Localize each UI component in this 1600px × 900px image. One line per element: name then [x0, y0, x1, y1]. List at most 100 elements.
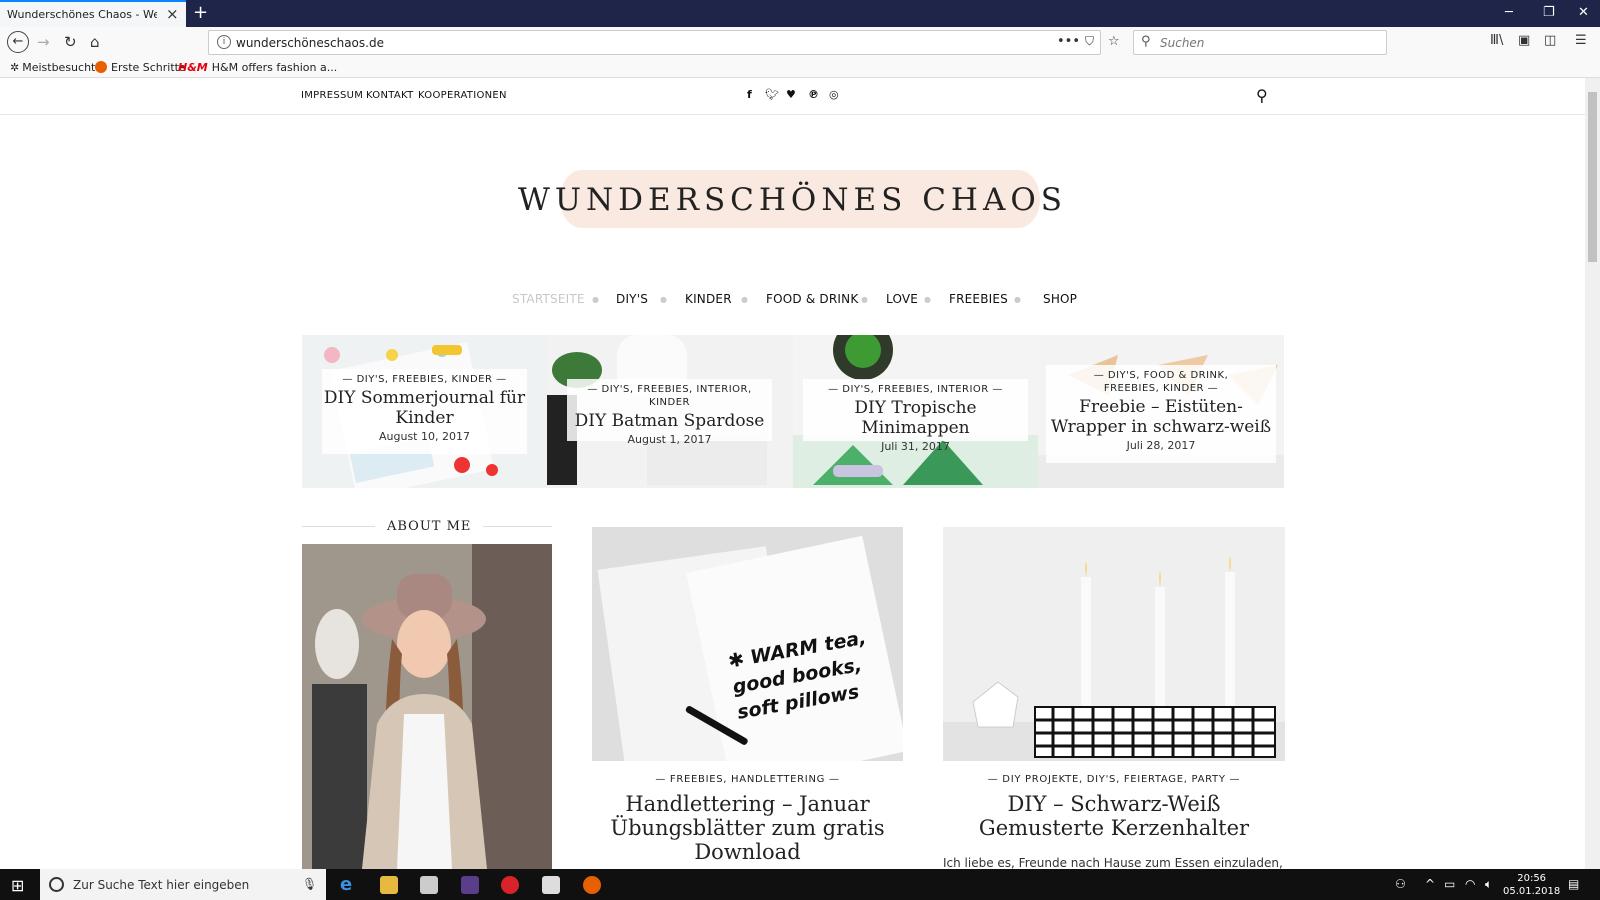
slider-date: August 1, 2017: [627, 433, 712, 446]
post-title[interactable]: DIY – Schwarz-Weiß Gemusterte Kerzenhalt…: [943, 792, 1285, 840]
volume-muted-icon[interactable]: 🔈︎: [1485, 877, 1492, 892]
heart-icon[interactable]: ♥: [786, 88, 796, 101]
app-icon[interactable]: [461, 876, 479, 894]
menu-food-drink[interactable]: FOOD & DRINK: [766, 292, 858, 306]
slider-date: August 10, 2017: [379, 430, 470, 443]
scrollbar-thumb[interactable]: [1588, 92, 1597, 262]
cortana-icon: [49, 877, 64, 892]
slider-title[interactable]: DIY Sommerjournal für Kinder: [322, 388, 527, 428]
search-icon: ⚲: [1141, 34, 1151, 49]
menu-separator: ●: [592, 295, 599, 304]
close-tab-icon[interactable]: ×: [166, 5, 179, 23]
taskbar-search-placeholder: Zur Suche Text hier eingeben: [73, 878, 250, 892]
slider-title[interactable]: Freebie – Eistüten-Wrapper in schwarz-we…: [1046, 397, 1276, 437]
post-image[interactable]: [943, 527, 1285, 761]
photo-illustration: [302, 544, 552, 869]
clock-date: 05.01.2018: [1503, 886, 1561, 897]
post-image[interactable]: ✱ WARM tea, good books, soft pillows: [592, 527, 903, 761]
bookmark-most-visited[interactable]: ✲ Meistbesucht: [10, 61, 95, 74]
post-categories: — FREEBIES, HANDLETTERING —: [655, 774, 840, 785]
page-scrollbar[interactable]: [1585, 78, 1600, 869]
slider-title[interactable]: DIY Batman Spardose: [567, 411, 772, 431]
restore-icon[interactable]: ❐: [1543, 5, 1555, 20]
new-tab-button[interactable]: +: [193, 2, 208, 23]
browser-tab[interactable]: Wunderschönes Chaos - Werde mi ×: [0, 0, 186, 27]
menu-shop[interactable]: SHOP: [1043, 292, 1077, 306]
battery-icon[interactable]: ▭: [1444, 877, 1455, 891]
menu-separator: ●: [861, 295, 868, 304]
title-bar: Wunderschönes Chaos - Werde mi × + ─ ❐ ✕: [0, 0, 1600, 27]
notifications-icon[interactable]: ▤: [1568, 877, 1579, 891]
firefox-icon: [95, 61, 107, 73]
reload-icon[interactable]: ↻: [64, 33, 77, 51]
home-icon[interactable]: ⌂: [90, 33, 100, 51]
people-icon[interactable]: ⚇: [1395, 877, 1406, 891]
edge-icon[interactable]: e: [340, 874, 358, 895]
slider-caption: — DIY'S, FREEBIES, INTERIOR, KINDER DIY …: [567, 379, 772, 446]
library-icon[interactable]: Ⅲ\: [1490, 33, 1503, 48]
slider-categories: — DIY'S, FREEBIES, KINDER —: [342, 374, 507, 385]
menu-separator: ●: [741, 295, 748, 304]
twitter-icon[interactable]: 🐦︎: [765, 88, 779, 101]
bookmarks-bar: ✲ Meistbesucht Erste Schritte H&M H&M offe…: [0, 58, 1600, 78]
pinterest-icon[interactable]: ℗: [808, 88, 819, 101]
menu-diys[interactable]: DIY'S: [616, 292, 648, 306]
bookmark-first-steps[interactable]: Erste Schritte: [95, 61, 186, 74]
search-placeholder: Suchen: [1160, 36, 1205, 50]
pocket-icon[interactable]: ⛉: [1085, 34, 1094, 49]
navigation-bar: ← → ↻ ⌂ i wunderschöneschaos.de ••• ⛉ ☆ …: [0, 27, 1600, 58]
close-window-icon[interactable]: ✕: [1578, 5, 1589, 20]
menu-startseite[interactable]: STARTSEITE: [512, 292, 585, 306]
menu-freebies[interactable]: FREEBIES: [949, 292, 1008, 306]
web-page: IMPRESSUM KONTAKT KOOPERATIONEN f 🐦︎ ♥ ℗…: [0, 78, 1585, 869]
url-bar[interactable]: i wunderschöneschaos.de ••• ⛉ ☆: [208, 30, 1120, 55]
slider-date: Juli 31, 2017: [881, 440, 950, 453]
site-logo[interactable]: WUNDERSCHÖNES CHAOS: [480, 182, 1105, 218]
clock[interactable]: 20:56 05.01.2018: [1503, 872, 1560, 898]
post-image-illustration: [943, 527, 1285, 761]
nav-kooperationen[interactable]: KOOPERATIONEN: [418, 90, 507, 101]
firefox-taskbar-icon[interactable]: [583, 876, 601, 894]
info-icon[interactable]: i: [217, 35, 231, 49]
slider-item[interactable]: — DIY'S, FREEBIES, INTERIOR, KINDER DIY …: [547, 335, 793, 488]
slider-categories: — DIY'S, FREEBIES, INTERIOR, KINDER: [587, 384, 752, 408]
mail-icon[interactable]: [542, 876, 560, 894]
file-explorer-icon[interactable]: [380, 876, 398, 894]
windows-start-icon[interactable]: ⊞: [11, 876, 29, 895]
slider-item[interactable]: — DIY'S, FOOD & DRINK, FREEBIES, KINDER …: [1038, 335, 1284, 488]
site-search-icon[interactable]: ⚲: [1256, 86, 1268, 105]
about-title: ABOUT ME: [375, 519, 484, 534]
sync-icon[interactable]: ▣: [1518, 33, 1530, 48]
clock-time: 20:56: [1517, 873, 1547, 884]
slider-date: Juli 28, 2017: [1126, 439, 1196, 452]
nav-kontakt[interactable]: KONTAKT: [366, 90, 414, 101]
slider-item[interactable]: — DIY'S, FREEBIES, INTERIOR — DIY Tropis…: [793, 335, 1038, 488]
bookmark-hm[interactable]: H&M H&M offers fashion a...: [178, 61, 337, 74]
sidebar-icon[interactable]: ◫: [1544, 33, 1556, 48]
back-icon[interactable]: ←: [7, 31, 29, 53]
minimize-icon[interactable]: ─: [1505, 5, 1513, 20]
nav-impressum[interactable]: IMPRESSUM: [301, 90, 363, 101]
taskbar-search[interactable]: Zur Suche Text hier eingeben 🎙︎: [40, 869, 326, 900]
page-actions-icon[interactable]: •••: [1057, 34, 1080, 49]
menu-icon[interactable]: ☰: [1575, 33, 1587, 48]
wifi-icon[interactable]: ◠: [1465, 877, 1475, 891]
menu-separator: ●: [1014, 295, 1021, 304]
forward-icon[interactable]: →: [37, 33, 50, 51]
store-icon[interactable]: [420, 876, 438, 894]
menu-love[interactable]: LOVE: [886, 292, 918, 306]
instagram-icon[interactable]: ◎: [829, 88, 839, 101]
microphone-icon[interactable]: 🎙︎: [302, 877, 317, 891]
facebook-icon[interactable]: f: [747, 88, 752, 101]
slider-title[interactable]: DIY Tropische Minimappen: [803, 398, 1028, 438]
slider-categories: — DIY'S, FOOD & DRINK, FREEBIES, KINDER …: [1093, 370, 1229, 394]
menu-separator: ●: [924, 295, 931, 304]
acrobat-icon[interactable]: [501, 876, 519, 894]
menu-kinder[interactable]: KINDER: [685, 292, 732, 306]
slider-item[interactable]: — DIY'S, FREEBIES, KINDER — DIY Sommerjo…: [302, 335, 547, 488]
bookmark-star-icon[interactable]: ☆: [1108, 34, 1120, 49]
post-title[interactable]: Handlettering – Januar Übungsblätter zum…: [592, 792, 903, 864]
url-text: wunderschöneschaos.de: [236, 36, 384, 50]
tray-chevron-icon[interactable]: ^: [1425, 877, 1435, 891]
search-box[interactable]: ⚲ Suchen: [1133, 30, 1387, 55]
